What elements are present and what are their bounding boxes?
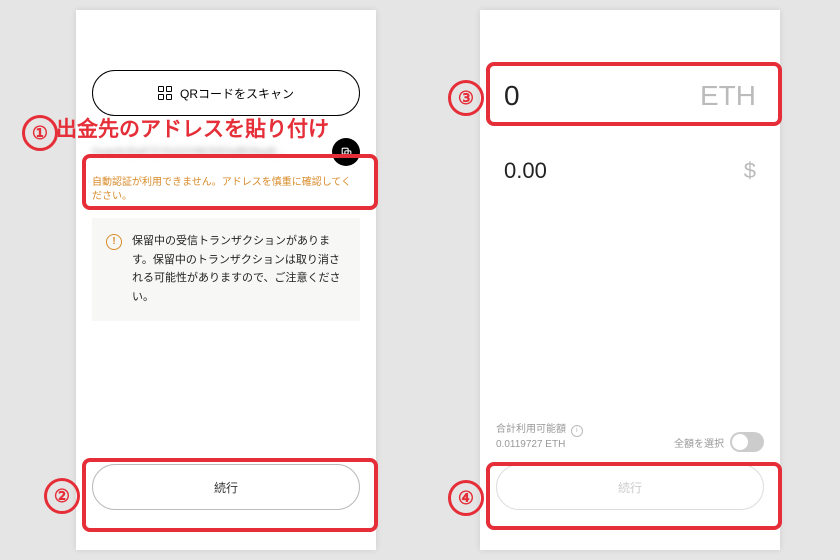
- warning-icon: !: [106, 234, 122, 250]
- pending-tx-info: ! 保留中の受信トランザクションがあります。保留中のトランザクションは取り消され…: [92, 218, 360, 321]
- paste-button[interactable]: [332, 138, 360, 166]
- fiat-row: 0.00 $: [504, 158, 756, 184]
- qr-scan-label: QRコードをスキャン: [180, 85, 294, 102]
- address-input-row[interactable]: 0xae9cRa8707b32G9B3583afB0faaB…: [92, 134, 360, 170]
- pending-tx-text: 保留中の受信トランザクションがあります。保留中のトランザクションは取り消される可…: [132, 232, 346, 307]
- annotation-marker-3: ③: [448, 80, 484, 116]
- continue-label: 続行: [214, 479, 238, 496]
- balance-info: 合計利用可能額 i 0.0119727 ETH: [496, 422, 583, 452]
- select-all-row: 全額を選択: [674, 432, 764, 452]
- address-warning: 自動認証が利用できません。アドレスを慎重に確認してください。: [92, 176, 360, 204]
- fiat-value: 0.00: [504, 158, 547, 184]
- balance-value: 0.0119727 ETH: [496, 437, 583, 452]
- withdraw-amount-screen: 0 ETH 0.00 $ 合計利用可能額 i 0.0119727 ETH 全額を…: [480, 10, 780, 550]
- amount-input-row[interactable]: 0 ETH: [504, 70, 756, 122]
- copy-icon: [340, 146, 353, 159]
- balance-label: 合計利用可能額: [496, 424, 566, 435]
- balance-row: 合計利用可能額 i 0.0119727 ETH 全額を選択: [496, 422, 764, 452]
- continue-label: 続行: [618, 479, 642, 496]
- annotation-marker-4: ④: [448, 480, 484, 516]
- address-value: 0xae9cRa8707b32G9B3583afB0faaB…: [92, 146, 324, 158]
- withdraw-address-screen: QRコードをスキャン 0xae9cRa8707b32G9B3583afB0faa…: [76, 10, 376, 550]
- amount-value: 0: [504, 80, 520, 112]
- continue-button[interactable]: 続行: [92, 464, 360, 510]
- continue-button[interactable]: 続行: [496, 464, 764, 510]
- select-all-label: 全額を選択: [674, 435, 724, 450]
- amount-unit: ETH: [700, 80, 756, 112]
- annotation-marker-1: ①: [22, 115, 58, 151]
- annotation-marker-2: ②: [44, 478, 80, 514]
- qr-scan-button[interactable]: QRコードをスキャン: [92, 70, 360, 116]
- fiat-unit: $: [744, 158, 756, 184]
- info-icon[interactable]: i: [571, 425, 583, 437]
- select-all-toggle[interactable]: [730, 432, 764, 452]
- qr-icon: [158, 86, 172, 100]
